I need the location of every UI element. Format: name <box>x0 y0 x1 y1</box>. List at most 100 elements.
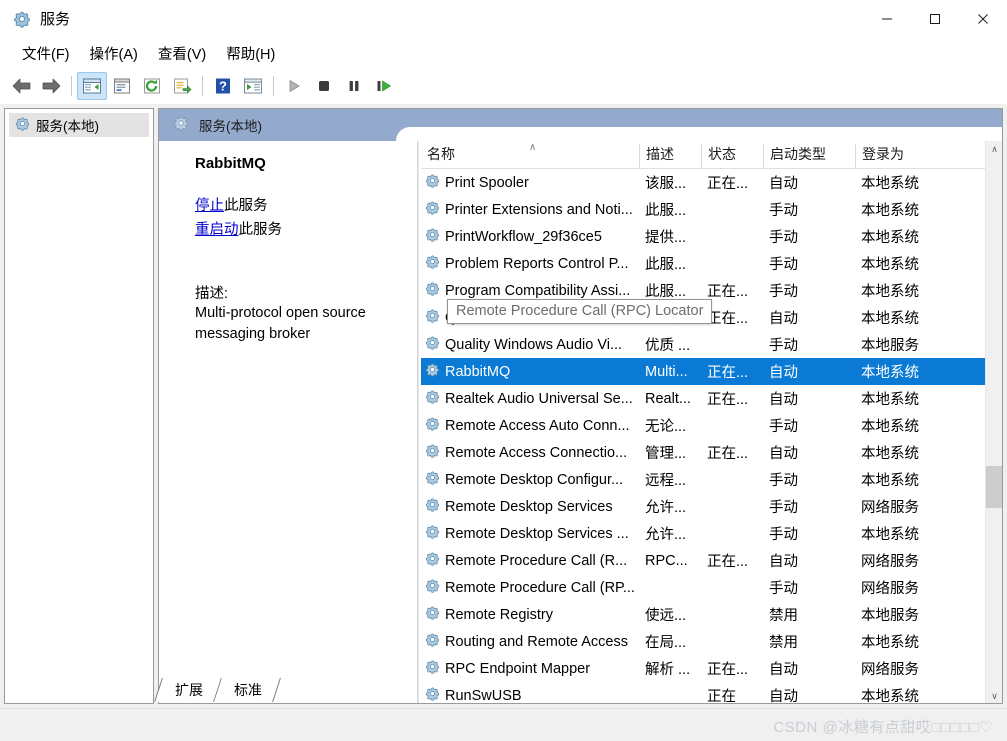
help-icon[interactable]: ? <box>208 72 238 100</box>
cell-name: Remote Procedure Call (RP... <box>421 578 639 597</box>
table-row[interactable]: Remote Access Connectio... 管理... 正在... 自动 本地… <box>421 439 1002 466</box>
cell-status: 正在... <box>707 176 749 192</box>
table-row[interactable]: Remote Procedure Call (RP... 手动 网络服务 <box>421 574 1002 601</box>
status-bar: CSDN @冰糖有点甜哎□□□□□♡ <box>0 708 1007 741</box>
cell-logon: 本地系统 <box>861 392 919 408</box>
column-header-name-label: 名称 <box>427 146 455 162</box>
table-row[interactable]: Print Spooler 该服... 正在... 自动 本地系统 <box>421 169 1002 196</box>
service-name-label: Remote Desktop Configur... <box>445 471 624 488</box>
cell-description: 在局... <box>645 635 687 651</box>
column-header-status-label: 状态 <box>708 146 736 162</box>
close-button[interactable] <box>959 0 1007 38</box>
cell-name: Remote Procedure Call (R... <box>421 551 639 570</box>
pause-service-icon[interactable] <box>339 72 369 100</box>
table-row[interactable]: Routing and Remote Access 在局... 禁用 本地系统 <box>421 628 1002 655</box>
back-arrow-icon[interactable] <box>6 72 36 100</box>
cell-name: Remote Registry <box>421 605 639 624</box>
cell-status: 正在... <box>707 446 749 462</box>
start-service-icon[interactable] <box>279 72 309 100</box>
table-row[interactable]: Problem Reports Control P... 此服... 手动 本地系统 <box>421 250 1002 277</box>
scrollbar-thumb[interactable] <box>986 466 1002 508</box>
properties-icon[interactable] <box>107 72 137 100</box>
service-gear-icon <box>425 227 440 246</box>
export-list-icon[interactable] <box>167 72 197 100</box>
vertical-scrollbar[interactable]: ∧ ∨ <box>985 141 1002 703</box>
service-name-label: PrintWorkflow_29f36ce5 <box>445 228 602 245</box>
table-row[interactable]: PrintWorkflow_29f36ce5 提供... 手动 本地系统 <box>421 223 1002 250</box>
stop-service-suffix: 此服务 <box>224 198 268 214</box>
forward-arrow-icon[interactable] <box>36 72 66 100</box>
tab-standard[interactable]: 标准 <box>214 678 281 702</box>
column-header-description-label: 描述 <box>646 146 674 162</box>
cell-name: Remote Desktop Configur... <box>421 470 639 489</box>
scroll-up-icon[interactable]: ∧ <box>986 141 1002 158</box>
cell-logon: 本地服务 <box>861 338 919 354</box>
table-row[interactable]: Remote Desktop Services ... 允许... 手动 本地系统 <box>421 520 1002 547</box>
service-name-label: Remote Access Auto Conn... <box>445 417 630 434</box>
service-gear-icon <box>425 551 440 570</box>
restart-service-icon[interactable] <box>369 72 399 100</box>
tab-extended[interactable]: 扩展 <box>154 678 222 702</box>
cell-logon: 本地系统 <box>861 419 919 435</box>
table-row[interactable]: Realtek Audio Universal Se... Realt... 正在.… <box>421 385 1002 412</box>
menu-action[interactable]: 操作(A) <box>80 40 148 67</box>
pane-splitter[interactable] <box>417 141 419 703</box>
cell-startup: 自动 <box>769 365 798 381</box>
cell-name: Remote Desktop Services <box>421 497 639 516</box>
cell-status: 正在... <box>707 365 749 381</box>
row-tooltip: Remote Procedure Call (RPC) Locator <box>447 299 713 324</box>
tab-extended-label: 扩展 <box>175 682 203 698</box>
cell-startup: 手动 <box>769 473 798 489</box>
menu-view[interactable]: 查看(V) <box>148 40 216 67</box>
minimize-button[interactable] <box>863 0 911 38</box>
stop-service-icon[interactable] <box>309 72 339 100</box>
service-name-label: Remote Desktop Services ... <box>445 525 629 542</box>
cell-description: 使远... <box>645 608 687 624</box>
tree-item-services-local[interactable]: 服务(本地) <box>9 113 149 137</box>
cell-startup: 手动 <box>769 203 798 219</box>
window-controls <box>863 0 1007 38</box>
service-name-label: Printer Extensions and Noti... <box>445 201 633 218</box>
cell-name: PrintWorkflow_29f36ce5 <box>421 227 639 246</box>
cell-logon: 网络服务 <box>861 581 919 597</box>
pane-split: RabbitMQ 停止此服务 重启动此服务 描述: Multi-protocol… <box>159 141 1002 703</box>
table-row[interactable]: Remote Desktop Configur... 远程... 手动 本地系统 <box>421 466 1002 493</box>
cell-status: 正在... <box>707 392 749 408</box>
service-detail-panel: RabbitMQ 停止此服务 重启动此服务 描述: Multi-protocol… <box>159 141 417 703</box>
table-row[interactable]: Quality Windows Audio Vi... 优质 ... 手动 本地服务 <box>421 331 1002 358</box>
cell-description: 允许... <box>645 500 687 516</box>
menu-help[interactable]: 帮助(H) <box>216 40 285 67</box>
window-title: 服务 <box>40 11 71 28</box>
table-row[interactable]: RabbitMQ Multi... 正在... 自动 本地系统 <box>421 358 1002 385</box>
show-action-pane-icon[interactable] <box>238 72 268 100</box>
show-hide-console-tree-icon[interactable] <box>77 71 107 100</box>
service-gear-icon <box>425 254 440 273</box>
cell-startup: 自动 <box>769 176 798 192</box>
cell-startup: 手动 <box>769 338 798 354</box>
column-header-startup-type[interactable]: 启动类型 <box>763 144 855 168</box>
restart-service-link[interactable]: 重启动 <box>195 222 239 238</box>
column-header-description[interactable]: 描述 <box>639 144 701 168</box>
maximize-button[interactable] <box>911 0 959 38</box>
column-header-log-on-as[interactable]: 登录为 <box>855 144 955 168</box>
stop-service-link[interactable]: 停止 <box>195 198 224 214</box>
detail-service-name: RabbitMQ <box>195 155 266 172</box>
service-gear-icon <box>425 497 440 516</box>
table-row[interactable]: Remote Access Auto Conn... 无论... 手动 本地系统 <box>421 412 1002 439</box>
table-row[interactable]: Printer Extensions and Noti... 此服... 手动 本地系… <box>421 196 1002 223</box>
service-gear-icon <box>425 632 440 651</box>
service-name-label: Realtek Audio Universal Se... <box>445 390 633 407</box>
cell-startup: 手动 <box>769 419 798 435</box>
column-header-status[interactable]: 状态 <box>701 144 763 168</box>
service-name-label: Remote Procedure Call (RP... <box>445 579 635 596</box>
column-header-name[interactable]: 名称 ∧ <box>421 142 639 168</box>
refresh-icon[interactable] <box>137 72 167 100</box>
cell-startup: 自动 <box>769 554 798 570</box>
cell-name: Problem Reports Control P... <box>421 254 639 273</box>
table-row[interactable]: Remote Registry 使远... 禁用 本地服务 <box>421 601 1002 628</box>
table-row[interactable]: Remote Desktop Services 允许... 手动 网络服务 <box>421 493 1002 520</box>
cell-logon: 本地系统 <box>861 365 919 381</box>
tab-standard-label: 标准 <box>234 682 262 698</box>
menu-file[interactable]: 文件(F) <box>12 40 80 67</box>
table-row[interactable]: Remote Procedure Call (R... RPC... 正在... 自动… <box>421 547 1002 574</box>
